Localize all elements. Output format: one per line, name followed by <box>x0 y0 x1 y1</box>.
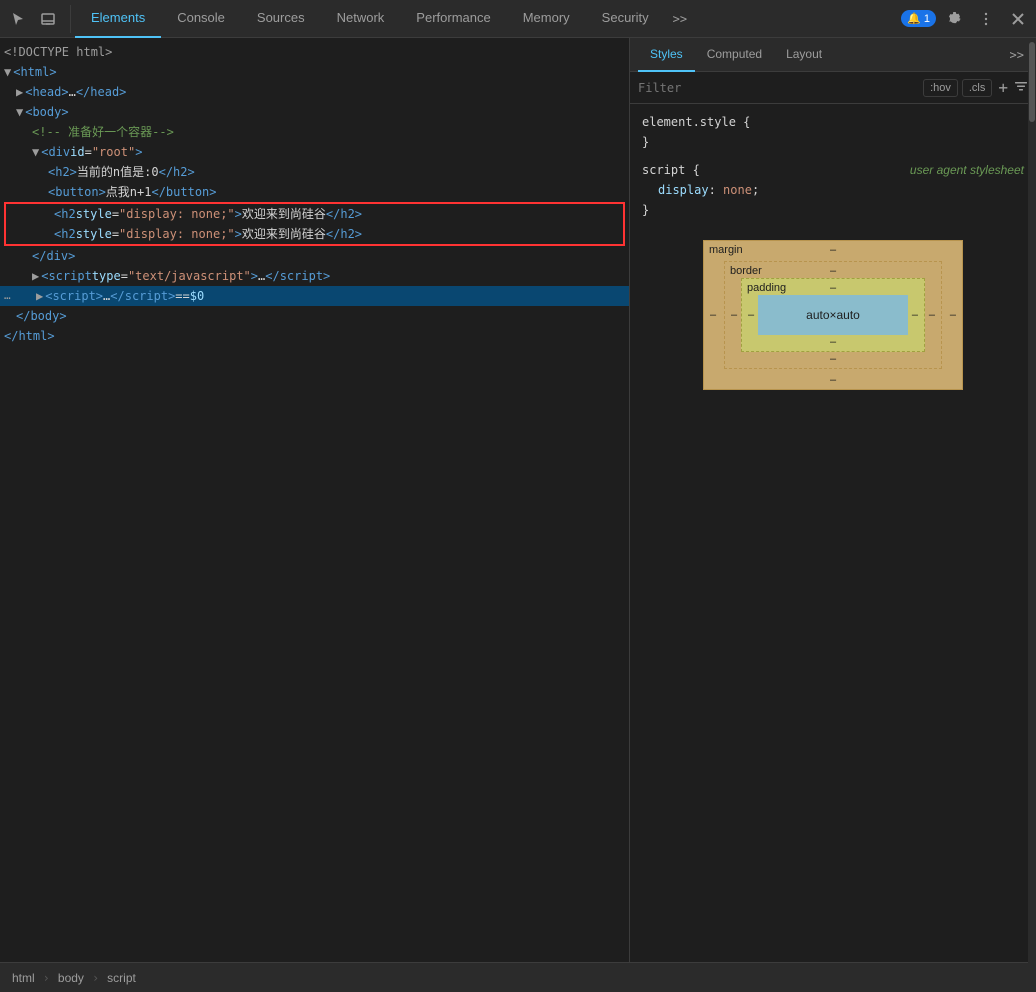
expand-script2[interactable]: ▶ <box>36 286 43 306</box>
tab-elements[interactable]: Elements <box>75 0 161 38</box>
breadcrumb-body[interactable]: body <box>54 969 88 987</box>
margin-left-value: – <box>710 309 716 321</box>
filter-buttons: :hov .cls + <box>923 78 1028 97</box>
tab-performance[interactable]: Performance <box>400 0 506 38</box>
tab-layout[interactable]: Layout <box>774 38 834 72</box>
box-content[interactable]: auto×auto <box>758 295 908 335</box>
settings-icon[interactable] <box>940 5 968 33</box>
element-style-selector[interactable]: element.style { <box>642 112 1024 132</box>
breadcrumb-html[interactable]: html <box>8 969 39 987</box>
dom-panel: <!DOCTYPE html> ▼ <html> ▶ <head>…</head… <box>0 38 630 962</box>
filter-input[interactable] <box>638 81 915 95</box>
dom-line-html-close[interactable]: </html> <box>0 326 629 346</box>
filter-add-button[interactable]: + <box>996 78 1010 97</box>
dom-line-h2-hidden-1[interactable]: <h2 style="display: none;">欢迎来到尚硅谷</h2> <box>6 204 623 224</box>
box-border[interactable]: border – – – – padding – – – <box>724 261 942 369</box>
notification-badge: 🔔 1 <box>901 10 936 27</box>
dom-line-body[interactable]: ▼ <body> <box>0 102 629 122</box>
margin-label: margin <box>709 244 743 256</box>
expand-head[interactable]: ▶ <box>16 82 23 102</box>
margin-top-value: – <box>830 244 836 256</box>
padding-label: padding <box>747 282 786 294</box>
dom-line-head[interactable]: ▶ <head>…</head> <box>0 82 629 102</box>
dom-line-script-2[interactable]: … ▶ <script>…</script> == $0 <box>0 286 629 306</box>
script-rule-close: } <box>642 200 1024 220</box>
devtools-toolbar: Elements Console Sources Network Perform… <box>0 0 1036 38</box>
breadcrumb-script[interactable]: script <box>103 969 140 987</box>
styles-tabs-bar: Styles Computed Layout >> <box>630 38 1036 72</box>
cursor-icon[interactable] <box>4 5 32 33</box>
script-rule: script { user agent stylesheet display: … <box>630 156 1036 224</box>
toolbar-icons <box>4 5 71 33</box>
highlighted-h2-block: <h2 style="display: none;">欢迎来到尚硅谷</h2> … <box>4 202 625 246</box>
dom-line-button[interactable]: <button>点我n+1</button> <box>0 182 629 202</box>
padding-right-value: – <box>912 309 918 321</box>
expand-div[interactable]: ▼ <box>32 142 39 162</box>
padding-top-value: – <box>830 282 836 294</box>
gutter-dots: … <box>4 286 11 306</box>
margin-right-value: – <box>950 309 956 321</box>
scrollbar-thumb[interactable] <box>1029 42 1035 122</box>
main-content: <!DOCTYPE html> ▼ <html> ▶ <head>…</head… <box>0 38 1036 962</box>
dom-line-div-close[interactable]: </div> <box>0 246 629 266</box>
border-left-value: – <box>731 309 737 321</box>
display-none-property[interactable]: display: none; <box>642 180 1024 200</box>
padding-bottom-value: – <box>830 336 836 348</box>
box-model: margin – – – – border – – – <box>703 240 963 406</box>
dom-line-doctype[interactable]: <!DOCTYPE html> <box>0 42 629 62</box>
dom-tree: <!DOCTYPE html> ▼ <html> ▶ <head>…</head… <box>0 38 629 350</box>
expand-script1[interactable]: ▶ <box>32 266 39 286</box>
tab-memory[interactable]: Memory <box>507 0 586 38</box>
script-rule-header: script { user agent stylesheet <box>642 160 1024 180</box>
tab-sources[interactable]: Sources <box>241 0 321 38</box>
tabs-bar: Elements Console Sources Network Perform… <box>75 0 901 38</box>
box-margin[interactable]: margin – – – – border – – – <box>703 240 963 390</box>
filter-hov-button[interactable]: :hov <box>923 79 958 97</box>
tab-computed[interactable]: Computed <box>695 38 774 72</box>
dom-line-div-root[interactable]: ▼ <div id="root"> <box>0 142 629 162</box>
margin-bottom-value: – <box>830 374 836 386</box>
tab-console[interactable]: Console <box>161 0 241 38</box>
scrollbar-track <box>1028 38 1036 992</box>
filter-settings-icon[interactable] <box>1014 79 1028 96</box>
dom-line-html[interactable]: ▼ <html> <box>0 62 629 82</box>
dom-line-script-1[interactable]: ▶ <script type="text/javascript">…</scri… <box>0 266 629 286</box>
border-bottom-value: – <box>830 353 836 365</box>
filter-cls-button[interactable]: .cls <box>962 79 993 97</box>
breadcrumb: html › body › script <box>0 962 1036 992</box>
padding-left-value: – <box>748 309 754 321</box>
dom-line-body-close[interactable]: </body> <box>0 306 629 326</box>
device-icon[interactable] <box>34 5 62 33</box>
filter-bar: :hov .cls + <box>630 72 1036 104</box>
styles-panel: Styles Computed Layout >> :hov .cls + <box>630 38 1036 962</box>
border-top-value: – <box>830 265 836 277</box>
more-options-icon[interactable] <box>972 5 1000 33</box>
badge-icon: 🔔 <box>907 13 921 25</box>
close-icon[interactable] <box>1004 5 1032 33</box>
tab-network[interactable]: Network <box>321 0 401 38</box>
border-right-value: – <box>929 309 935 321</box>
tab-styles[interactable]: Styles <box>638 38 695 72</box>
styles-content: element.style { } script { user agent st… <box>630 104 1036 962</box>
element-style-rule: element.style { } <box>630 108 1036 156</box>
toolbar-right: 🔔 1 <box>901 5 1032 33</box>
border-label: border <box>730 265 762 277</box>
dom-line-h2-count[interactable]: <h2>当前的n值是:0</h2> <box>0 162 629 182</box>
more-tabs-button[interactable]: >> <box>665 0 695 38</box>
expand-html[interactable]: ▼ <box>4 62 11 82</box>
margin-outer-bottom: – <box>703 394 963 406</box>
styles-more-tabs[interactable]: >> <box>1006 48 1028 62</box>
element-style-close: } <box>642 132 1024 152</box>
dom-line-comment[interactable]: <!-- 准备好一个容器--> <box>0 122 629 142</box>
expand-body[interactable]: ▼ <box>16 102 23 122</box>
user-agent-label: user agent stylesheet <box>910 160 1024 180</box>
dom-line-h2-hidden-2[interactable]: <h2 style="display: none;">欢迎来到尚硅谷</h2> <box>6 224 623 244</box>
box-padding[interactable]: padding – – – – auto×auto <box>741 278 925 352</box>
tab-security[interactable]: Security <box>586 0 665 38</box>
dollar-zero: $0 <box>190 286 204 306</box>
